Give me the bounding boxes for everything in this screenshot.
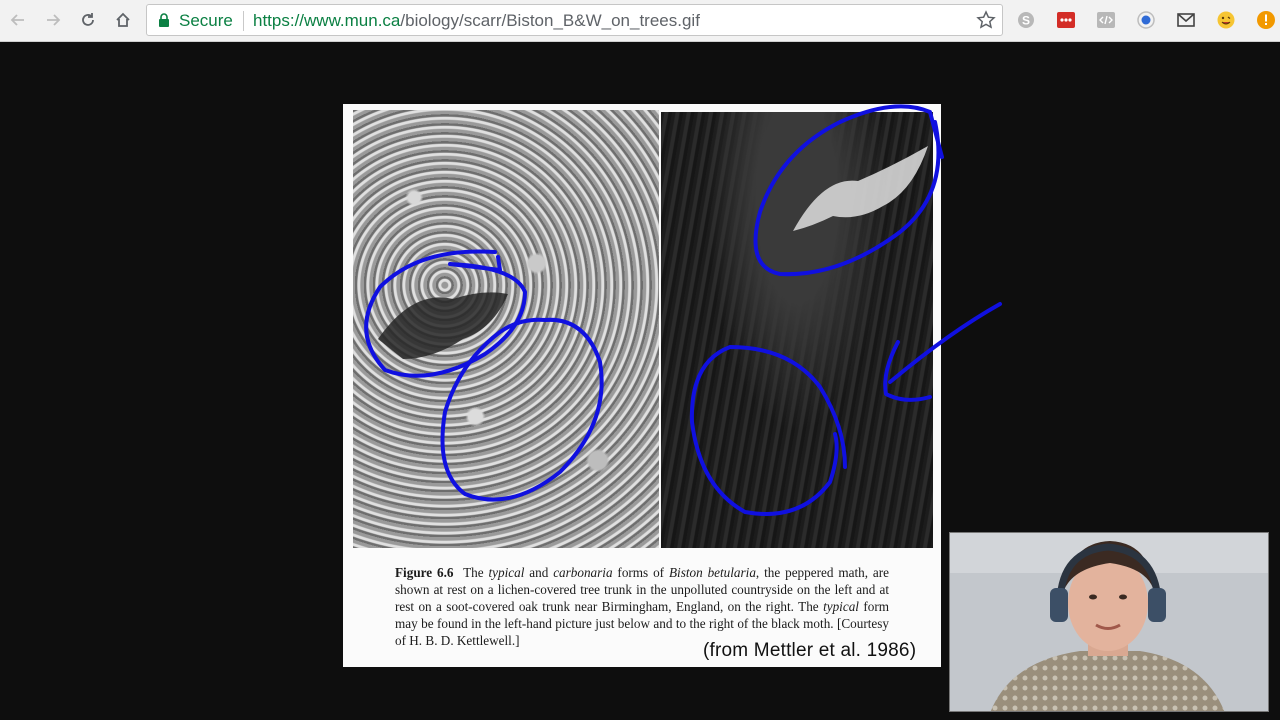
lastpass-extension[interactable]: [1055, 9, 1077, 31]
security-label: Secure: [179, 11, 233, 30]
caption-label: Figure 6.6: [395, 565, 454, 580]
back-button[interactable]: [5, 7, 31, 33]
caption-carbonaria: carbonaria: [553, 565, 613, 580]
skype-icon: S: [1018, 12, 1034, 28]
gmail-extension[interactable]: [1175, 9, 1197, 31]
caption-species: Biston betularia: [668, 565, 756, 580]
figure-credit: (from Mettler et al. 1986): [703, 640, 917, 661]
warning-extension[interactable]: [1255, 9, 1277, 31]
devtools-icon: [1097, 12, 1115, 28]
home-icon: [116, 12, 130, 27]
caption-typical-2: typical: [823, 599, 859, 614]
skype-extension[interactable]: S: [1015, 9, 1037, 31]
url-text[interactable]: https://www.mun.ca/biology/scarr/Biston_…: [253, 11, 700, 31]
page-viewport: Figure 6.6 The typical and carbonaria fo…: [0, 42, 1280, 720]
url-path: /biology/scarr/Biston_B&W_on_trees.gif: [400, 11, 700, 30]
caption-text-3: forms of: [612, 565, 669, 580]
address-bar[interactable]: Secure https://www.mun.ca/biology/scarr/…: [146, 4, 1003, 36]
caption-text-1: The: [463, 565, 489, 580]
browser-toolbar: Secure https://www.mun.ca/biology/scarr/…: [0, 0, 1280, 42]
reload-icon: [82, 13, 94, 26]
hangouts-extension[interactable]: [1135, 9, 1157, 31]
presenter-video-icon: [950, 533, 1268, 711]
figure-caption: Figure 6.6 The typical and carbonaria fo…: [395, 564, 889, 649]
arrow-left-icon: [10, 14, 24, 26]
lastpass-icon: [1057, 12, 1075, 28]
svg-text:S: S: [1022, 14, 1030, 28]
dark-moth-silhouette: [378, 292, 508, 359]
light-moth-silhouette: [793, 146, 928, 231]
warning-icon: [1257, 11, 1275, 29]
omnibox-separator: [243, 11, 244, 31]
devtools-extension[interactable]: [1095, 9, 1117, 31]
emoji-extension[interactable]: [1215, 9, 1237, 31]
forward-button[interactable]: [40, 7, 66, 33]
biston-figure-image: Figure 6.6 The typical and carbonaria fo…: [343, 104, 941, 667]
webcam-overlay: [949, 532, 1269, 712]
reload-button[interactable]: [75, 7, 101, 33]
emoji-icon: [1217, 11, 1235, 29]
gmail-icon: [1177, 13, 1195, 27]
caption-typical-1: typical: [488, 565, 525, 580]
home-button[interactable]: [110, 7, 136, 33]
arrow-right-icon: [47, 14, 61, 26]
caption-text-2: and: [524, 565, 554, 580]
lock-icon: [159, 13, 169, 27]
url-host: https://www.mun.ca: [253, 11, 401, 30]
bookmark-star-icon[interactable]: [976, 10, 996, 30]
hangouts-icon: [1137, 11, 1155, 29]
